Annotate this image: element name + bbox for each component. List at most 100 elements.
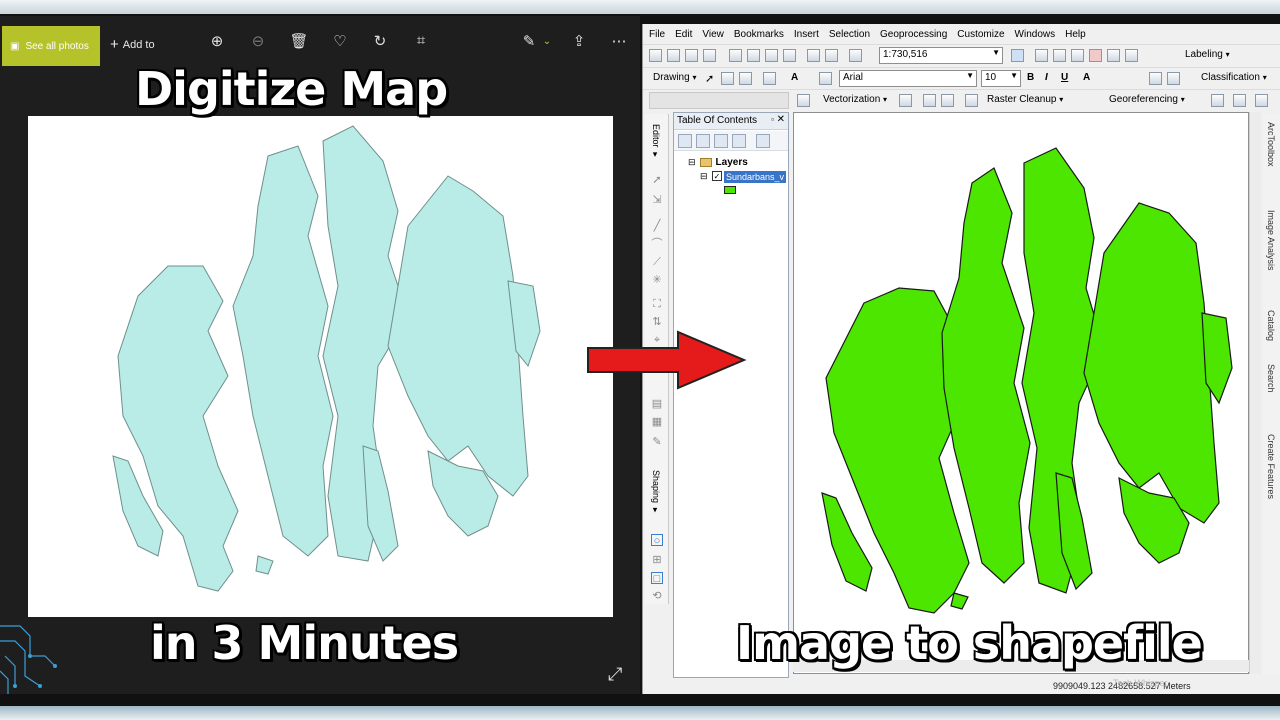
options-icon[interactable]: [756, 134, 770, 148]
collapse-icon[interactable]: ⊟: [700, 171, 708, 182]
new-icon[interactable]: [649, 49, 662, 62]
collapse-icon[interactable]: ⊟: [688, 157, 696, 168]
menu-insert[interactable]: Insert: [794, 29, 819, 40]
add-point-icon[interactable]: [923, 94, 936, 107]
shaping-square-icon[interactable]: □: [651, 572, 663, 585]
menu-windows[interactable]: Windows: [1015, 29, 1056, 40]
zoom-out-icon[interactable]: ⊖: [248, 32, 268, 50]
raster-cleanup-menu[interactable]: Raster Cleanup ▾: [987, 94, 1063, 105]
edit-vertices-icon[interactable]: ⛶: [651, 298, 663, 310]
tab-search[interactable]: Search: [1266, 364, 1276, 393]
list-by-selection-icon[interactable]: [732, 134, 746, 148]
text-tool-icon[interactable]: A: [791, 72, 798, 83]
pin-icon[interactable]: ▫: [771, 115, 774, 124]
share-icon[interactable]: ⇪: [569, 32, 589, 50]
menu-view[interactable]: View: [702, 29, 724, 40]
italic-button[interactable]: I: [1045, 72, 1048, 83]
drawing-menu[interactable]: Drawing ▾: [653, 72, 696, 83]
vectorization-settings-icon[interactable]: [899, 94, 912, 107]
attributes-icon[interactable]: ▤: [651, 398, 663, 410]
zoom-whole-page-icon[interactable]: [739, 72, 752, 85]
rotate-icon[interactable]: ↻: [370, 32, 390, 50]
rotate-raster-icon[interactable]: [1255, 94, 1268, 107]
menu-selection[interactable]: Selection: [829, 29, 870, 40]
shaping-rotate-icon[interactable]: ⟲: [651, 590, 663, 602]
font-size-combo[interactable]: 10 ▼: [981, 70, 1021, 87]
edit-tool-icon[interactable]: ➚: [651, 174, 663, 186]
select-elements-icon[interactable]: ➚: [705, 72, 714, 85]
expand-icon[interactable]: ⤢: [608, 664, 622, 685]
map-view[interactable]: [793, 112, 1249, 674]
layers-group[interactable]: ⊟ Layers: [688, 157, 748, 168]
add-to-button[interactable]: + Add to: [110, 36, 155, 53]
crop-icon[interactable]: ⌗: [411, 32, 431, 49]
georeferencing-menu[interactable]: Georeferencing ▾: [1109, 94, 1185, 105]
underline-button[interactable]: U: [1061, 72, 1068, 83]
tab-arctoolbox[interactable]: ArcToolbox: [1266, 122, 1276, 167]
point-icon[interactable]: ✳: [651, 274, 663, 286]
model-builder-icon[interactable]: [1125, 49, 1138, 62]
list-by-drawing-order-icon[interactable]: [678, 134, 692, 148]
catalog-window-icon[interactable]: [1053, 49, 1066, 62]
menu-geoprocessing[interactable]: Geoprocessing: [880, 29, 947, 40]
edit-vertices-icon[interactable]: [819, 72, 832, 85]
edit-icon[interactable]: ✎: [519, 32, 539, 50]
sketch-properties-icon[interactable]: ▦: [651, 416, 663, 428]
table-icon[interactable]: [797, 94, 810, 107]
editor-toolbar-icon[interactable]: [1011, 49, 1024, 62]
raster-layer-combo[interactable]: [649, 92, 789, 109]
zoom-in-icon[interactable]: [1149, 72, 1162, 85]
heart-icon[interactable]: ♡: [330, 32, 350, 50]
menu-file[interactable]: File: [649, 29, 665, 40]
copy-icon[interactable]: [747, 49, 760, 62]
font-color-button[interactable]: A: [1083, 72, 1090, 83]
layer-name[interactable]: Sundarbans_v: [724, 171, 787, 183]
create-features-icon[interactable]: ✎: [651, 436, 663, 448]
rotate-icon[interactable]: [721, 72, 734, 85]
pencil-icon[interactable]: [965, 94, 978, 107]
view-link-table-icon[interactable]: [1233, 94, 1246, 107]
delete-icon[interactable]: [783, 49, 796, 62]
straight-segment-icon[interactable]: ╱: [651, 220, 663, 232]
vectorization-menu[interactable]: Vectorization ▾: [823, 94, 887, 105]
tab-catalog[interactable]: Catalog: [1266, 310, 1276, 341]
tab-create-features[interactable]: Create Features: [1266, 434, 1276, 499]
layer-symbol-swatch[interactable]: [724, 186, 736, 194]
paste-icon[interactable]: [765, 49, 778, 62]
scale-combo[interactable]: 1:730,516 ▼: [879, 47, 1003, 64]
add-control-points-icon[interactable]: [1211, 94, 1224, 107]
zoom-in-icon[interactable]: ⊕: [207, 32, 227, 50]
list-by-source-icon[interactable]: [696, 134, 710, 148]
print-icon[interactable]: [703, 49, 716, 62]
reshape-icon[interactable]: ⇅: [651, 316, 663, 328]
menu-edit[interactable]: Edit: [675, 29, 692, 40]
shaping-menu[interactable]: Shaping ▾: [651, 470, 661, 516]
layer-visibility-checkbox[interactable]: ✓: [712, 171, 722, 181]
redo-icon[interactable]: [825, 49, 838, 62]
toc-window-icon[interactable]: [1035, 49, 1048, 62]
erase-icon[interactable]: [941, 94, 954, 107]
trace-icon[interactable]: ⟋: [651, 256, 663, 268]
undo-icon[interactable]: [807, 49, 820, 62]
bold-button[interactable]: B: [1027, 72, 1034, 83]
close-icon[interactable]: ✕: [777, 114, 785, 125]
font-name-combo[interactable]: Arial ▼: [839, 70, 977, 87]
zoom-out-icon[interactable]: [1167, 72, 1180, 85]
python-icon[interactable]: [1107, 49, 1120, 62]
end-point-arc-icon[interactable]: ⌒: [651, 238, 663, 250]
editor-menu[interactable]: Editor ▾: [651, 124, 661, 160]
tab-image-analysis[interactable]: Image Analysis: [1266, 210, 1276, 271]
search-window-icon[interactable]: [1071, 49, 1084, 62]
menu-customize[interactable]: Customize: [957, 29, 1004, 40]
classification-menu[interactable]: Classification ▾: [1201, 72, 1267, 83]
arctoolbox-icon[interactable]: [1089, 49, 1102, 62]
more-icon[interactable]: ⋯: [609, 32, 629, 50]
open-icon[interactable]: [667, 49, 680, 62]
shaping-tool-icon[interactable]: ○: [651, 534, 663, 547]
labeling-menu[interactable]: Labeling ▾: [1185, 49, 1230, 60]
save-icon[interactable]: [685, 49, 698, 62]
menu-bookmarks[interactable]: Bookmarks: [734, 29, 784, 40]
map-vertical-scrollbar[interactable]: [1249, 112, 1261, 674]
chevron-down-icon[interactable]: ⌄: [537, 36, 557, 47]
see-all-photos-button[interactable]: ▣ See all photos: [2, 26, 100, 66]
